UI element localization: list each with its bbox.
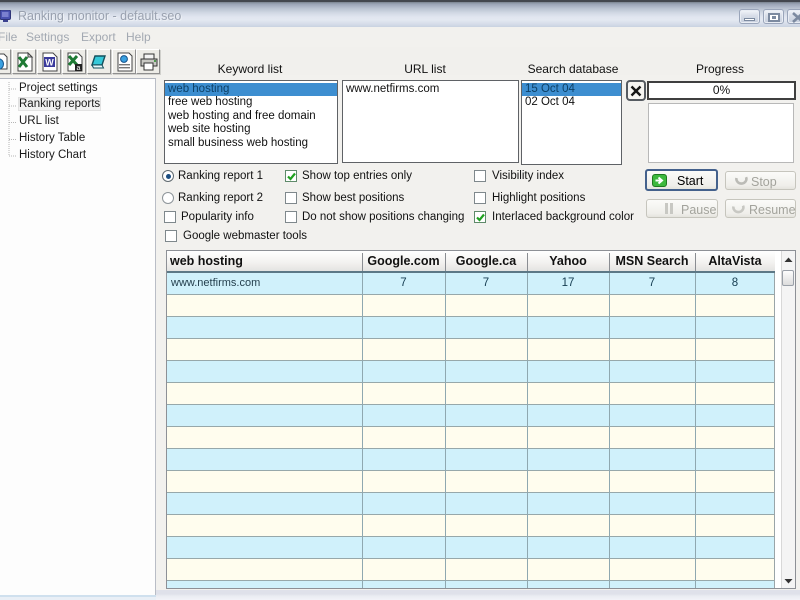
svg-text:W: W — [45, 58, 54, 68]
svg-text:a: a — [77, 65, 81, 72]
